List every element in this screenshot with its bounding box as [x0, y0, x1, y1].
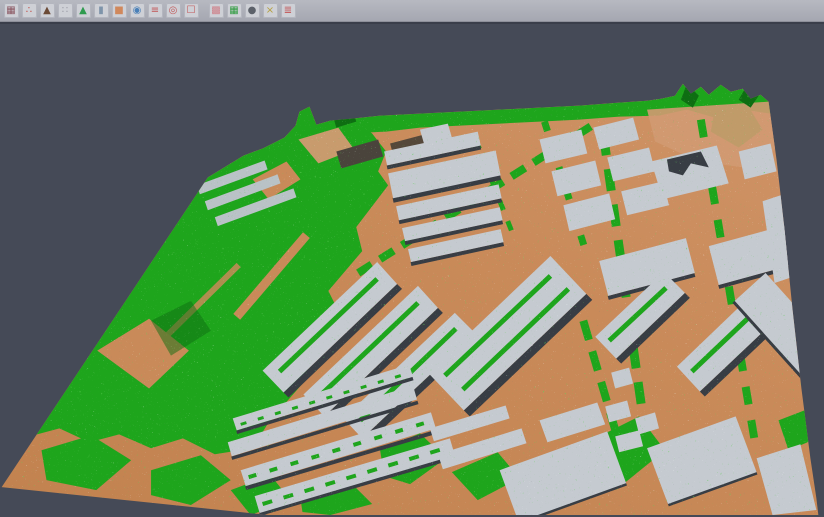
crop-cross-icon: ×	[266, 6, 274, 16]
classification-render-icon: ▦	[229, 6, 238, 16]
orthophoto-button[interactable]: ■	[112, 3, 127, 18]
raster-grid-icon: ▩	[211, 6, 220, 16]
viewport-3d-canvas[interactable]	[0, 22, 824, 517]
classification-render-button[interactable]: ▦	[227, 3, 242, 18]
sparse-points-button[interactable]: ∷	[58, 3, 73, 18]
open-scene-icon: ▦	[6, 6, 15, 16]
profile-view-button[interactable]: ▮	[94, 3, 109, 18]
register-target-icon: ◎	[169, 6, 178, 16]
point-cloud-icon: ∴	[26, 6, 32, 16]
sphere-render-icon: ●	[248, 6, 257, 16]
sphere-render-button[interactable]: ●	[245, 3, 260, 18]
toolbar-separator	[200, 3, 207, 18]
point-speckle-overlay	[2, 72, 823, 515]
open-scene-button[interactable]: ▦	[4, 3, 19, 18]
profile-view-icon: ▮	[98, 6, 104, 16]
sparse-points-icon: ∷	[62, 6, 68, 16]
globe-view-icon: ◉	[133, 6, 142, 16]
main-toolbar: ▦ ∴ ▲ ∷ ▲ ▮ ■ ◉ ≡ ◎ ☐ ▩ ▦ ● × ≣	[0, 0, 824, 22]
tin-terrain-icon: ▲	[43, 6, 51, 16]
tin-terrain-button[interactable]: ▲	[40, 3, 55, 18]
layer-stack-icon: ≣	[284, 6, 292, 16]
extent-select-button[interactable]: ☐	[184, 3, 199, 18]
register-target-button[interactable]: ◎	[166, 3, 181, 18]
attribute-list-button[interactable]: ≡	[148, 3, 163, 18]
crop-cross-button[interactable]: ×	[263, 3, 278, 18]
dem-terrain-icon: ▲	[79, 6, 87, 16]
raster-grid-button[interactable]: ▩	[209, 3, 224, 18]
extent-select-icon: ☐	[187, 6, 196, 16]
point-cloud-button[interactable]: ∴	[22, 3, 37, 18]
layer-stack-button[interactable]: ≣	[281, 3, 296, 18]
point-cloud-scene	[0, 24, 824, 517]
application-window: ▦ ∴ ▲ ∷ ▲ ▮ ■ ◉ ≡ ◎ ☐ ▩ ▦ ● × ≣	[0, 0, 824, 517]
attribute-list-icon: ≡	[151, 6, 159, 16]
dem-terrain-button[interactable]: ▲	[76, 3, 91, 18]
globe-view-button[interactable]: ◉	[130, 3, 145, 18]
orthophoto-icon: ■	[114, 6, 123, 16]
